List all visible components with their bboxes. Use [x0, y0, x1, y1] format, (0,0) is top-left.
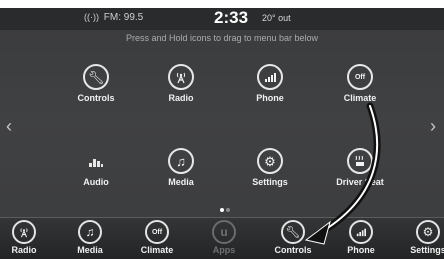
app-audio[interactable]: Audio — [53, 148, 139, 198]
equalizer-icon — [53, 148, 139, 174]
radio-frequency: FM: 99.5 — [103, 12, 144, 23]
menu-radio[interactable]: Radio — [0, 220, 54, 255]
menu-climate[interactable]: Off Climate — [127, 220, 187, 255]
app-climate[interactable]: Off Climate — [317, 64, 403, 114]
app-label: Radio — [168, 93, 194, 103]
menu-apps[interactable]: u Apps — [194, 220, 254, 255]
menu-settings[interactable]: ⚙ Settings — [398, 220, 444, 255]
phone-signal-icon — [257, 64, 283, 90]
radio-tower-icon — [12, 220, 36, 244]
app-settings[interactable]: ⚙ Settings — [227, 148, 313, 198]
page-dot — [226, 208, 230, 212]
wrench-icon: 🔧︎ — [281, 220, 305, 244]
menu-bar: Radio ♫ Media Off Climate u Apps 🔧︎ Cont… — [0, 217, 444, 259]
music-note-icon: ♫ — [78, 220, 102, 244]
heated-seat-icon — [347, 148, 373, 174]
app-controls[interactable]: 🔧︎ Controls — [53, 64, 139, 114]
app-label: Phone — [256, 93, 284, 103]
status-bar: ((·)) FM: 99.5 2:33 20° out — [0, 8, 444, 30]
phone-signal-icon — [349, 220, 373, 244]
menu-label: Controls — [274, 245, 312, 255]
menu-media[interactable]: ♫ Media — [60, 220, 120, 255]
menu-label: Radio — [11, 245, 37, 255]
chevron-right-icon[interactable]: › — [430, 116, 436, 137]
radio-tower-icon — [168, 64, 194, 90]
app-label: Driver Seat — [336, 177, 384, 187]
page-dot-active — [220, 208, 224, 212]
menu-label: Apps — [212, 245, 236, 255]
app-label: Climate — [343, 93, 377, 103]
app-phone[interactable]: Phone — [227, 64, 313, 114]
app-label: Audio — [83, 177, 109, 187]
app-label: Settings — [252, 177, 288, 187]
music-note-icon: ♫ — [168, 148, 194, 174]
app-media[interactable]: ♫ Media — [138, 148, 224, 198]
chevron-left-icon[interactable]: ‹ — [6, 116, 12, 137]
clock: 2:33 — [214, 8, 249, 27]
app-radio[interactable]: Radio — [138, 64, 224, 114]
infotainment-screen: ((·)) FM: 99.5 2:33 20° out Press and Ho… — [0, 8, 444, 259]
page-caption — [0, 0, 260, 8]
drag-hint: Press and Hold icons to drag to menu bar… — [125, 33, 319, 43]
menu-label: Settings — [410, 245, 444, 255]
page-indicator — [219, 199, 231, 217]
menu-controls[interactable]: 🔧︎ Controls — [263, 220, 323, 255]
menu-phone[interactable]: Phone — [331, 220, 391, 255]
app-label: Media — [168, 177, 194, 187]
off-icon: Off — [347, 64, 373, 90]
app-driver-seat[interactable]: Driver Seat — [317, 148, 403, 198]
menu-label: Climate — [140, 245, 174, 255]
outside-temperature: 20° out — [262, 13, 291, 23]
radio-status[interactable]: ((·)) FM: 99.5 — [84, 12, 143, 23]
gear-icon: ⚙ — [257, 148, 283, 174]
antenna-icon: ((·)) — [84, 12, 99, 22]
wrench-icon: 🔧︎ — [83, 64, 109, 90]
menu-label: Phone — [347, 245, 375, 255]
gear-icon: ⚙ — [416, 220, 440, 244]
menu-label: Media — [77, 245, 103, 255]
off-icon: Off — [145, 220, 169, 244]
apps-icon: u — [212, 220, 236, 244]
app-label: Controls — [77, 93, 115, 103]
